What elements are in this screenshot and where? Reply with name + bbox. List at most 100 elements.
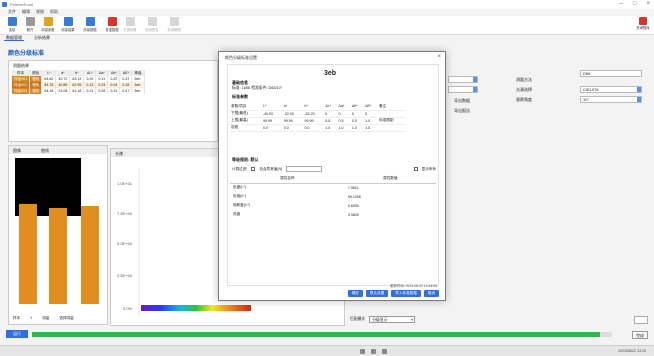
menu-edit[interactable]: 编辑 bbox=[22, 9, 30, 16]
grade-rule-heading: 等级规则: 默认 bbox=[232, 157, 259, 162]
footer-sample-label: 样本 bbox=[13, 316, 21, 320]
sample-swatch bbox=[81, 206, 99, 304]
measure-params-button[interactable]: 测量参数 bbox=[40, 17, 56, 34]
basic-info-text: 标准: 1806 检测条件: D65/10° bbox=[232, 86, 283, 90]
table-row[interactable]: 色相(h°) 95.1006 bbox=[230, 192, 436, 201]
spectrum-tick-label: 1.0E+01 bbox=[117, 181, 133, 186]
illuminant-field-left[interactable] bbox=[448, 86, 478, 93]
tab-data-manage[interactable]: 数据管理 bbox=[4, 35, 24, 41]
settings-panel: 测量方法 光源选择 观察角度 D65 CIE1976 10° 导出数据 导出报告 bbox=[448, 68, 648, 128]
taskbar-app-icon[interactable] bbox=[382, 349, 387, 354]
footer-measure[interactable]: 测量 bbox=[42, 316, 49, 321]
exit-button[interactable]: 关闭程序 bbox=[636, 17, 650, 31]
calibration-button[interactable]: 校准数据 bbox=[104, 17, 120, 34]
measure-data-button[interactable]: 测量数据 bbox=[82, 17, 98, 34]
menu-bar: 文件 编辑 视图 帮助 bbox=[0, 9, 654, 16]
match-mode-row: 匹配模式 分级显示 ▾ bbox=[350, 316, 416, 323]
mini-field[interactable] bbox=[634, 316, 648, 324]
dialog-body: 3eb 基础信息 标准: 1806 检测条件: D65/10° 标准参数 参数/… bbox=[227, 64, 439, 286]
export-data-button[interactable]: 导出数据 bbox=[452, 98, 482, 105]
connect-button[interactable]: 连接 bbox=[4, 17, 20, 34]
ribbon-toolbar: 连接 断开 测量参数 测量结果 测量数据 校准数据 分类设置 检测报告 标准管理… bbox=[0, 16, 654, 35]
method-field[interactable]: D65 bbox=[580, 70, 642, 77]
results-panel: 测量结果 样本 颜色 L* a* b* ΔL* Δa* Δb* ΔE* 等级 样… bbox=[8, 60, 218, 142]
progress-fill bbox=[32, 332, 601, 337]
spectrum-color-bar bbox=[141, 305, 251, 311]
app-icon bbox=[2, 2, 7, 7]
method-field-left[interactable] bbox=[448, 76, 478, 83]
spectrum-tick-label: 2.5E+00 bbox=[117, 273, 133, 278]
sub-tabs: 数据管理 分析结果 bbox=[4, 35, 52, 41]
table-row[interactable]: 上限(最高) 99.99 99.99 99.99 0.5 0.5 0.5 1.0 标准限制 bbox=[230, 117, 406, 125]
menu-view[interactable]: 视图 bbox=[36, 9, 44, 16]
table-row: 参数/项目 L* a* b* ΔL* Δa* Δb* ΔE* 备注 bbox=[230, 103, 406, 111]
run-button[interactable]: 运行 bbox=[6, 330, 28, 338]
match-mode-select[interactable]: 分级显示 ▾ bbox=[369, 316, 416, 323]
connect-icon bbox=[7, 17, 17, 26]
import-standard-button[interactable]: 导入标准数据 bbox=[391, 290, 421, 297]
dialog-close-icon[interactable]: × bbox=[437, 54, 441, 60]
results-table: 样本 颜色 L* a* b* ΔL* Δa* Δb* ΔE* 等级 样品001 … bbox=[12, 70, 145, 94]
spinner-icon bbox=[473, 77, 477, 82]
minimize-button[interactable]: – bbox=[620, 1, 623, 7]
taskbar-clock: 2023/08/22 13:25 bbox=[618, 349, 646, 353]
filter-label: 计算过滤: bbox=[232, 166, 248, 171]
progress-bar bbox=[32, 332, 612, 337]
close-button[interactable]: × bbox=[646, 1, 650, 7]
results-caption: 测量结果 bbox=[13, 63, 29, 68]
spinner-icon bbox=[637, 87, 641, 92]
sample-swatch bbox=[49, 216, 67, 304]
footer-select-measure[interactable]: 选择测量 bbox=[59, 316, 73, 321]
table-row[interactable]: 容差 0.0 0.0 0.0 1.0 1.0 1.0 1.5 bbox=[230, 124, 406, 132]
default-settings-button[interactable]: 默认设置 bbox=[365, 290, 389, 297]
method-label: 测量方法 bbox=[516, 77, 532, 82]
grade-standard-dialog: 颜色分级标准设置 × 3eb 基础信息 标准: 1806 检测条件: D65/1… bbox=[218, 51, 446, 301]
update-timestamp: 更新时间: 2023-08-22 13:24:55 bbox=[390, 284, 437, 288]
outlier-checkbox[interactable] bbox=[251, 167, 256, 171]
illuminant-field[interactable]: CIE1976 bbox=[580, 86, 642, 93]
image-view-header[interactable]: 图像 bbox=[13, 148, 21, 153]
status-bar: 运行 bbox=[0, 330, 654, 339]
taskbar-app-icon[interactable] bbox=[371, 349, 376, 354]
power-icon bbox=[639, 17, 647, 25]
taskbar-app-icon[interactable] bbox=[360, 349, 365, 354]
ok-button[interactable]: 确定 bbox=[347, 290, 363, 297]
maximize-button[interactable]: □ bbox=[633, 1, 637, 7]
app-title: ForeverFood bbox=[10, 2, 33, 7]
match-mode-label: 匹配模式 bbox=[350, 317, 366, 321]
title-bar: ForeverFood – □ × bbox=[0, 0, 654, 9]
spectrum-tick-label: 5.0E+00 bbox=[117, 241, 133, 246]
menu-file[interactable]: 文件 bbox=[8, 9, 16, 16]
results-icon bbox=[63, 17, 73, 26]
show-all-label: 显示所有 bbox=[421, 166, 436, 171]
classify-settings-button[interactable]: 分类设置 bbox=[122, 17, 138, 34]
standard-icon bbox=[169, 17, 179, 26]
table-row[interactable]: 饱和度(C*) 0.6000 bbox=[230, 201, 436, 210]
disconnect-icon bbox=[25, 17, 35, 26]
table-row[interactable]: 色度(L*) 7.9611 bbox=[230, 183, 436, 192]
report-button[interactable]: 检测报告 bbox=[144, 17, 160, 34]
table-row[interactable]: 亮度 0.9800 bbox=[230, 210, 436, 219]
illuminant-label: 光源选择 bbox=[516, 87, 532, 92]
table-row[interactable]: 样品003 橙色 64.18 23.08 61.18 0.21 0.28 0.3… bbox=[12, 88, 145, 94]
grade-value: 3eb bbox=[324, 70, 337, 77]
standard-params-table: 参数/项目 L* a* b* ΔL* Δa* Δb* ΔE* 备注 下限(最低) -40.00 -2… bbox=[230, 103, 406, 132]
classify-icon bbox=[125, 17, 135, 26]
outlier-checkbox-label: 包含异常值(N) bbox=[259, 166, 283, 171]
export-report-button[interactable]: 导出报告 bbox=[452, 108, 482, 115]
standard-manage-button[interactable]: 标准管理 bbox=[166, 17, 182, 34]
footer-sample-count: 1 bbox=[30, 316, 33, 320]
disconnect-button[interactable]: 断开 bbox=[22, 17, 38, 34]
spinner-icon bbox=[637, 97, 641, 102]
sample-swatch bbox=[19, 216, 37, 304]
tab-analysis[interactable]: 分析结果 bbox=[32, 35, 52, 41]
filter-input[interactable] bbox=[286, 166, 323, 172]
spectrum-tick-label: 0.0% bbox=[123, 306, 133, 311]
measure-results-button[interactable]: 测量结果 bbox=[60, 17, 76, 34]
angle-field[interactable]: 10° bbox=[580, 96, 642, 103]
cancel-button[interactable]: 取消 bbox=[423, 290, 439, 297]
curve-view-header[interactable]: 曲线 bbox=[41, 148, 49, 153]
menu-help[interactable]: 帮助 bbox=[50, 9, 58, 16]
show-all-checkbox[interactable] bbox=[413, 167, 418, 171]
table-row[interactable]: 下限(最低) -40.00 -22.00 -52.20 0 0 0 0 bbox=[230, 110, 406, 118]
